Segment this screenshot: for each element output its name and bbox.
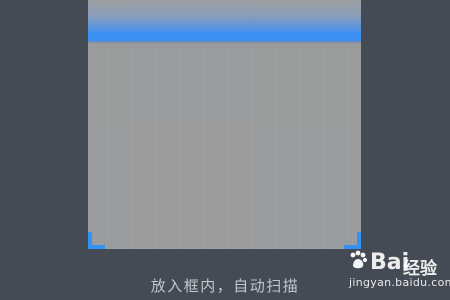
watermark-logo: Bai 经验 jingyan.baidu.com xyxy=(346,248,450,298)
paw-logo-icon xyxy=(350,250,368,269)
scan-line xyxy=(88,33,361,41)
scan-corner-bottom-left xyxy=(88,232,105,249)
scan-glow xyxy=(88,0,361,34)
scan-frame xyxy=(88,0,361,249)
watermark-domain: jingyan.baidu.com xyxy=(349,276,450,289)
scanner-screen: 放入框内，自动扫描 Bai 经验 jingyan.baidu.com xyxy=(0,0,450,300)
scan-corner-bottom-right xyxy=(344,232,361,249)
